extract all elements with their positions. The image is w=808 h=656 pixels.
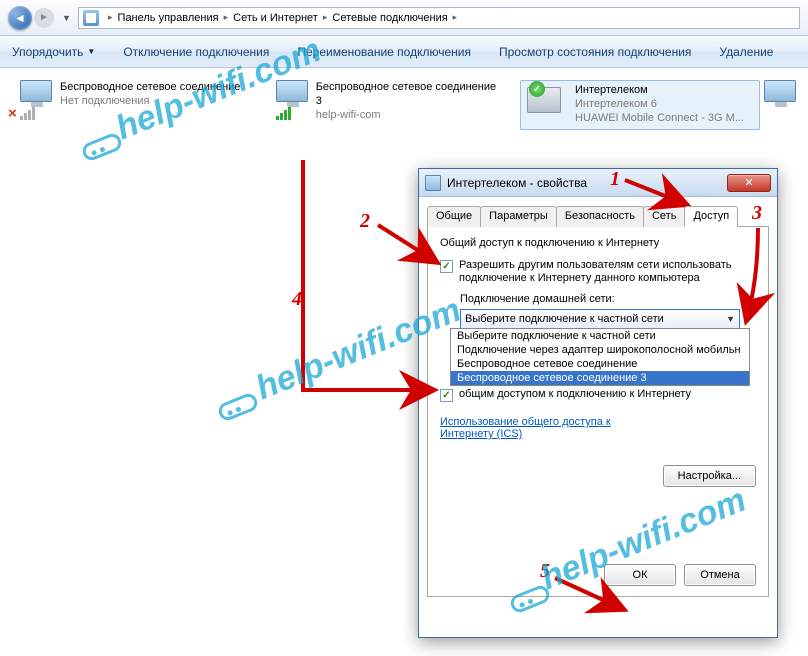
x-icon: × xyxy=(8,105,17,122)
tab-security[interactable]: Безопасность xyxy=(556,206,644,227)
connection-status: Нет подключения xyxy=(60,94,240,108)
dropdown-option[interactable]: Беспроводное сетевое соединение xyxy=(451,357,749,371)
chevron-down-icon: ▼ xyxy=(726,314,735,324)
wireless-icon: × xyxy=(8,80,52,120)
toolbar-disable[interactable]: Отключение подключения xyxy=(123,45,269,59)
settings-button[interactable]: Настройка... xyxy=(663,465,756,487)
modem-icon: ✓ xyxy=(523,83,567,123)
connection-subtitle: help-wifi-com xyxy=(316,108,504,122)
toolbar: Упорядочить▼ Отключение подключения Пере… xyxy=(0,36,808,68)
check-icon: ✓ xyxy=(529,81,545,97)
wireless-icon xyxy=(264,80,308,120)
nav-bar: ◄ ► ▼ ▸ Панель управления ▸ Сеть и Интер… xyxy=(0,0,808,36)
annotation-4: 4 xyxy=(292,288,302,311)
dropdown-option-selected[interactable]: Беспроводное сетевое соединение 3 xyxy=(451,371,749,385)
annotation-1: 1 xyxy=(610,168,620,191)
toolbar-organize[interactable]: Упорядочить▼ xyxy=(12,45,95,59)
tab-params[interactable]: Параметры xyxy=(480,206,557,227)
tab-content: Общий доступ к подключению к Интернету Р… xyxy=(427,227,769,597)
tab-network[interactable]: Сеть xyxy=(643,206,685,227)
homenet-dropdown[interactable]: Выберите подключение к частной сети ▼ xyxy=(460,309,740,329)
tab-access[interactable]: Доступ xyxy=(684,206,738,227)
allow-sharing-label: Разрешить другим пользователям сети испо… xyxy=(459,259,756,285)
connection-wireless-3[interactable]: Беспроводное сетевое соединение 3 help-w… xyxy=(264,80,504,130)
dropdown-list: Выберите подключение к частной сети Подк… xyxy=(450,328,750,386)
connection-title: Беспроводное сетевое соединение xyxy=(60,80,240,94)
toolbar-delete[interactable]: Удаление xyxy=(719,45,773,59)
allow-control-label: общим доступом к подключению к Интернету xyxy=(459,388,691,402)
close-button[interactable]: ✕ xyxy=(727,174,771,192)
connection-sub1: Интертелеком 6 xyxy=(575,97,744,111)
toolbar-rename[interactable]: Переименование подключения xyxy=(297,45,471,59)
tabs: Общие Параметры Безопасность Сеть Доступ xyxy=(427,205,769,227)
connection-title: Беспроводное сетевое соединение 3 xyxy=(316,80,504,108)
breadcrumb-p2[interactable]: Сеть и Интернет xyxy=(233,12,318,24)
homenet-label: Подключение домашней сети: xyxy=(460,293,756,305)
annotation-5: 5 xyxy=(540,560,550,583)
connection-next[interactable] xyxy=(776,80,796,130)
tab-general[interactable]: Общие xyxy=(427,206,481,227)
connections-area: × Беспроводное сетевое соединение Нет по… xyxy=(0,68,808,142)
connection-title: Интертелеком xyxy=(575,83,744,97)
annotation-3: 3 xyxy=(752,202,762,225)
breadcrumb[interactable]: ▸ Панель управления ▸ Сеть и Интернет ▸ … xyxy=(78,7,800,29)
nav-history-dropdown[interactable]: ▼ xyxy=(62,13,72,23)
forward-button[interactable]: ► xyxy=(34,8,54,28)
dialog-title: Интертелеком - свойства xyxy=(447,176,587,190)
cancel-button[interactable]: Отмена xyxy=(684,564,756,586)
breadcrumb-p1[interactable]: Панель управления xyxy=(118,12,219,24)
dropdown-option[interactable]: Подключение через адаптер широкополосной… xyxy=(451,343,749,357)
connection-intertelecom[interactable]: ✓ Интертелеком Интертелеком 6 HUAWEI Mob… xyxy=(520,80,760,130)
control-panel-icon xyxy=(83,10,99,26)
watermark-icon xyxy=(216,391,260,423)
breadcrumb-p3[interactable]: Сетевые подключения xyxy=(332,12,447,24)
connection-sub2: HUAWEI Mobile Connect - 3G M... xyxy=(575,111,744,125)
dialog-titlebar[interactable]: Интертелеком - свойства ✕ xyxy=(419,169,777,197)
dialog-icon xyxy=(425,175,441,191)
adapter-icon xyxy=(776,80,796,120)
ok-button[interactable]: ОК xyxy=(604,564,676,586)
properties-dialog: Интертелеком - свойства ✕ Общие Параметр… xyxy=(418,168,778,638)
toolbar-status[interactable]: Просмотр состояния подключения xyxy=(499,45,691,59)
allow-sharing-checkbox[interactable] xyxy=(440,260,453,273)
annotation-2: 2 xyxy=(360,210,370,233)
connection-wireless-1[interactable]: × Беспроводное сетевое соединение Нет по… xyxy=(8,80,248,130)
section-title: Общий доступ к подключению к Интернету xyxy=(440,237,756,249)
allow-control-checkbox[interactable] xyxy=(440,389,453,402)
back-button[interactable]: ◄ xyxy=(8,6,32,30)
ics-link[interactable]: Использование общего доступа к Интернету… xyxy=(440,416,620,440)
dropdown-option[interactable]: Выберите подключение к частной сети xyxy=(451,329,749,343)
